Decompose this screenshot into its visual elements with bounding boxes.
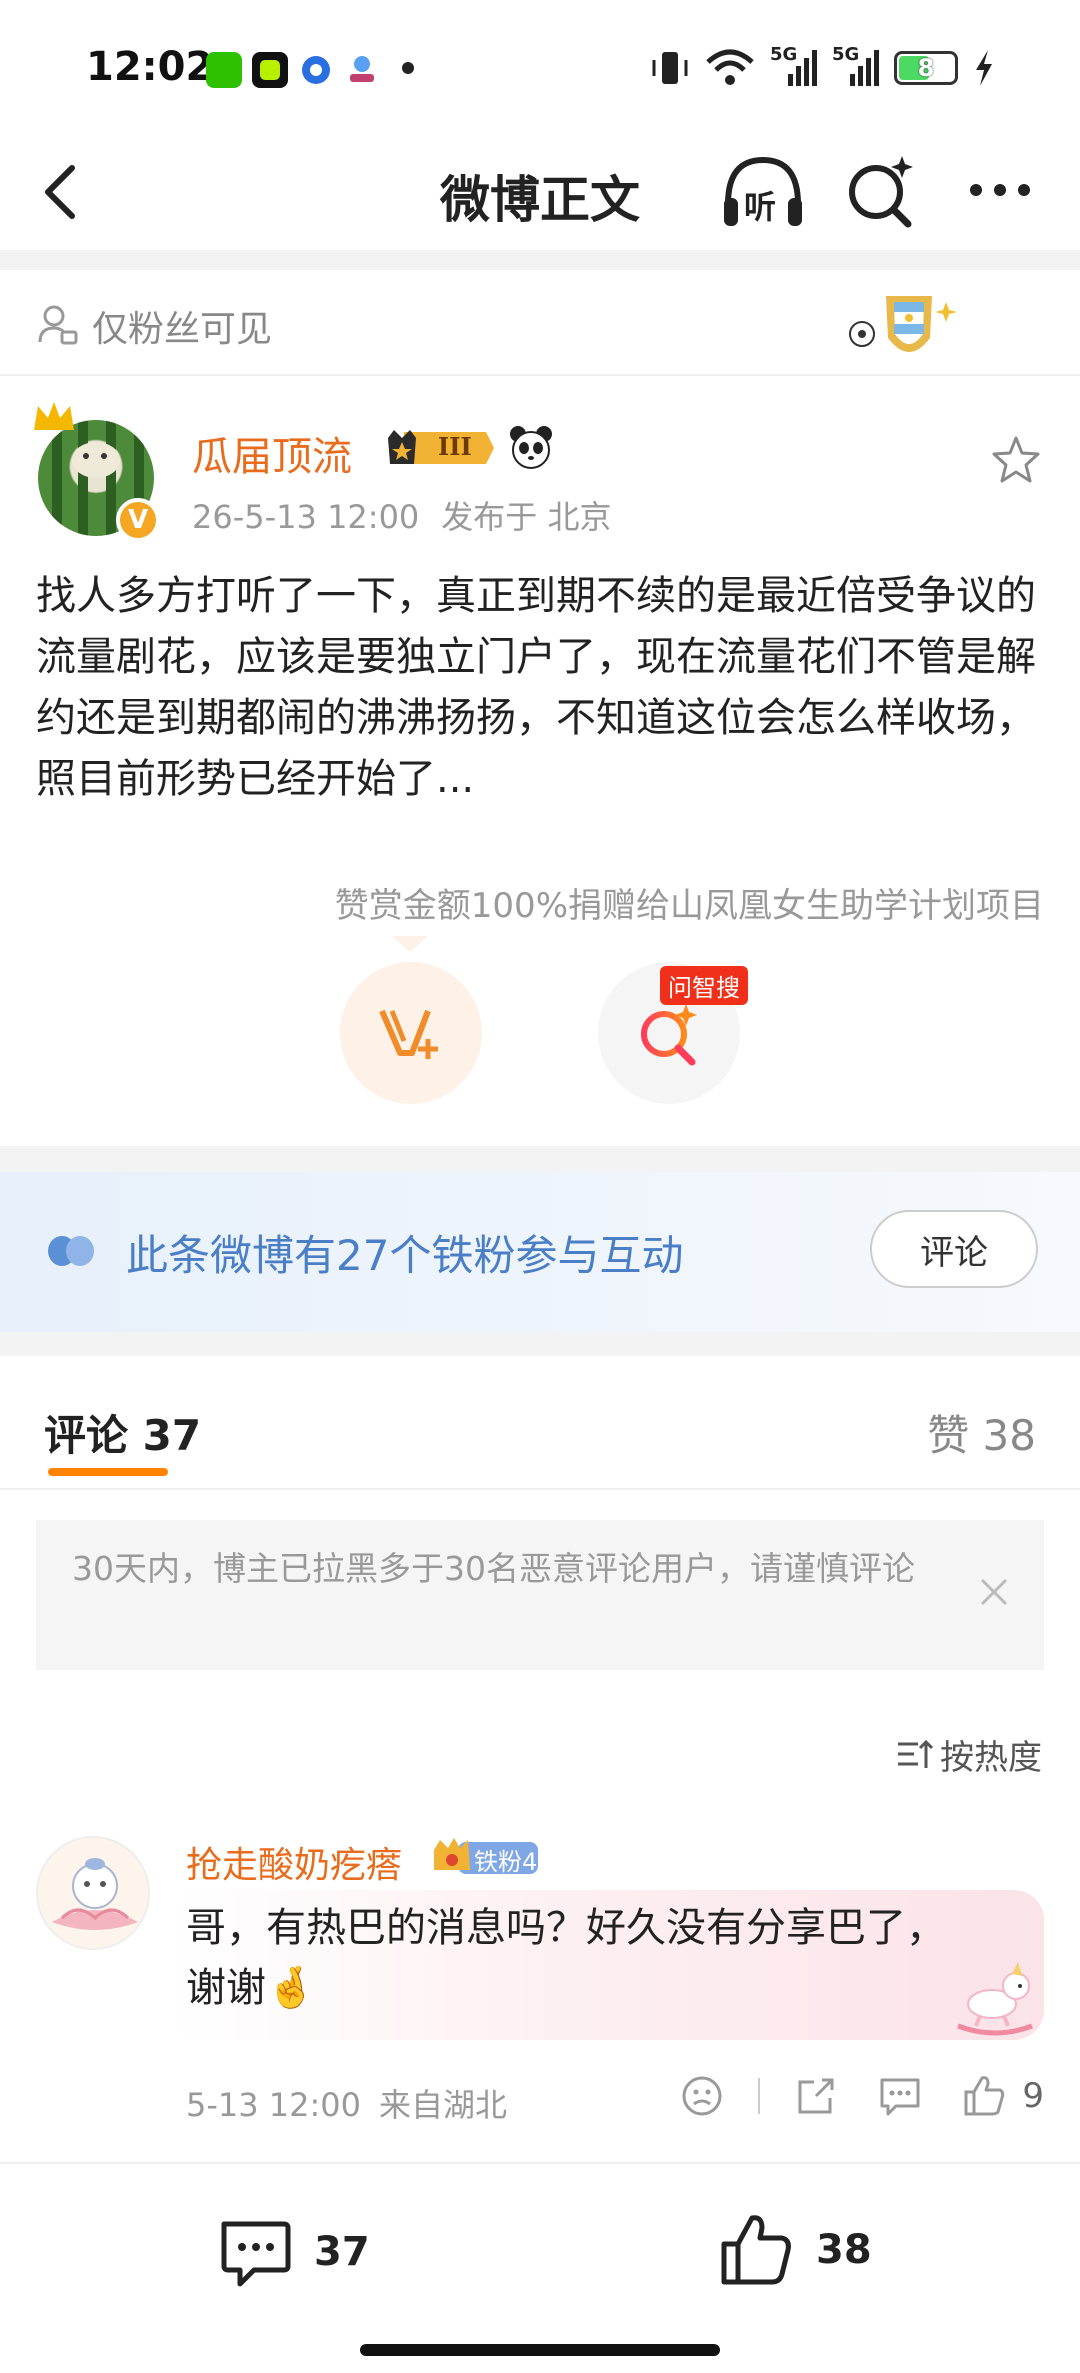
fan-banner-text: 此条微博有27个铁粉参与互动 [126, 1231, 684, 1280]
signal-icon: 5G [770, 44, 818, 88]
vibrate-icon [652, 52, 688, 84]
comment-actions: 9 [646, 2068, 1044, 2124]
comment-date: 5-13 12:00 [186, 2086, 362, 2124]
verified-badge: V [116, 498, 160, 542]
reward-pointer [392, 936, 428, 952]
listen-button[interactable]: 听 [718, 150, 808, 234]
status-bar: 12:02 5G 5G 8 [0, 0, 1080, 130]
visibility-row: 仅粉丝可见 [0, 270, 1080, 376]
comment-location: 来自湖北 [379, 2086, 508, 2124]
status-right: 5G 5G 8 [650, 44, 996, 88]
author-name[interactable]: 瓜届顶流 [192, 424, 352, 482]
wifi-icon [706, 49, 754, 85]
fans-only-lock-icon [38, 305, 78, 345]
crown-icon [34, 402, 74, 430]
charging-icon [976, 50, 992, 86]
argentina-badge-icon [849, 296, 957, 352]
divider [0, 1146, 1080, 1172]
post-location: 发布于 北京 [441, 498, 612, 536]
badge-label: 铁粉4 [474, 1848, 538, 1876]
commenter-avatar[interactable] [36, 1836, 150, 1950]
app-icon [298, 52, 334, 88]
tab-likes[interactable]: 赞 38 [927, 1402, 1036, 1463]
bottom-action-bar: 37 38 [0, 2162, 1080, 2373]
comment-count: 37 [314, 2229, 370, 2275]
commenter-name[interactable]: 抢走酸奶疙瘩 [186, 1836, 402, 1888]
sort-button[interactable]: 按热度 [896, 1730, 1042, 1779]
comment-tabs: 评论 37 赞 38 [0, 1356, 1080, 1490]
reply-icon[interactable] [872, 2068, 928, 2124]
post-meta: 26-5-13 12:00 发布于 北京 [192, 492, 633, 538]
share-icon[interactable] [788, 2068, 844, 2124]
battery-icon: 8 [894, 51, 958, 85]
visibility-label: 仅粉丝可见 [92, 309, 273, 350]
comment-like-count: 9 [1022, 2076, 1044, 2116]
comment-button[interactable]: 37 [214, 2212, 370, 2292]
tab-comments[interactable]: 评论 37 [44, 1402, 201, 1463]
tab-active-indicator [48, 1468, 168, 1476]
divider [0, 1332, 1080, 1356]
more-icon [970, 184, 1030, 196]
ask-tag: 问智搜 [660, 966, 748, 1005]
post-date: 26-5-13 12:00 [192, 498, 420, 536]
fan-interaction-icon [48, 1236, 94, 1266]
signal-icon: 5G [832, 44, 880, 88]
like-icon[interactable] [956, 2068, 1012, 2124]
sort-label: 按热度 [940, 1738, 1042, 1778]
nav-bar: 微博正文 听 [0, 130, 1080, 250]
divider [0, 250, 1080, 270]
more-button[interactable] [960, 152, 1040, 228]
panda-icon [510, 426, 552, 469]
search-sparkle-icon [641, 1004, 697, 1066]
search-button[interactable] [842, 150, 922, 230]
comment-meta: 5-13 12:00 来自湖北 [186, 2080, 525, 2126]
thumbs-up-icon [721, 2215, 791, 2285]
reward-button[interactable] [340, 962, 482, 1104]
iron-fan-badge: 铁粉4 [430, 1836, 542, 1878]
sort-icon [898, 1739, 934, 1768]
status-time: 12:02 [86, 44, 214, 90]
vip-badge[interactable]: III [384, 426, 496, 470]
notice-text: 30天内，博主已拉黑多于30名恶意评论用户，请谨慎评论 [72, 1549, 915, 1588]
reward-note: 赞赏金额100%捐赠给山凤凰女生助学计划项目 [334, 886, 1044, 926]
like-button[interactable]: 38 [716, 2210, 872, 2290]
fan-comment-button[interactable]: 评论 [870, 1210, 1038, 1288]
divider [758, 2078, 761, 2114]
listen-label: 听 [744, 188, 777, 226]
close-icon[interactable] [974, 1572, 1014, 1612]
battery-level: 8 [917, 54, 935, 82]
reward-v-plus-icon [379, 1009, 438, 1059]
comment-bubble-icon [221, 2221, 291, 2287]
app-icon [344, 52, 380, 88]
app-icon [252, 52, 288, 88]
wechat-icon [206, 52, 242, 88]
like-count: 38 [816, 2227, 872, 2273]
favorite-star-icon[interactable] [988, 432, 1044, 488]
home-indicator[interactable] [360, 2344, 720, 2356]
post-content: 找人多方打听了一下，真正到期不续的是最近倍受争议的流量剧花，应该是要独立门户了，… [36, 573, 1036, 802]
vip-level: III [438, 432, 472, 461]
comment-notice: 30天内，博主已拉黑多于30名恶意评论用户，请谨慎评论 [36, 1520, 1044, 1670]
rocking-horse-icon [957, 1962, 1033, 2036]
emoji-reaction-icon[interactable] [674, 2068, 730, 2124]
notification-dot-icon [402, 62, 414, 74]
search-sparkle-icon [849, 156, 913, 228]
iron-fan-banner: 此条微博有27个铁粉参与互动 评论 [0, 1172, 1080, 1332]
comment-text: 哥，有热巴的消息吗？好久没有分享巴了，谢谢🤞 [186, 1905, 946, 2011]
